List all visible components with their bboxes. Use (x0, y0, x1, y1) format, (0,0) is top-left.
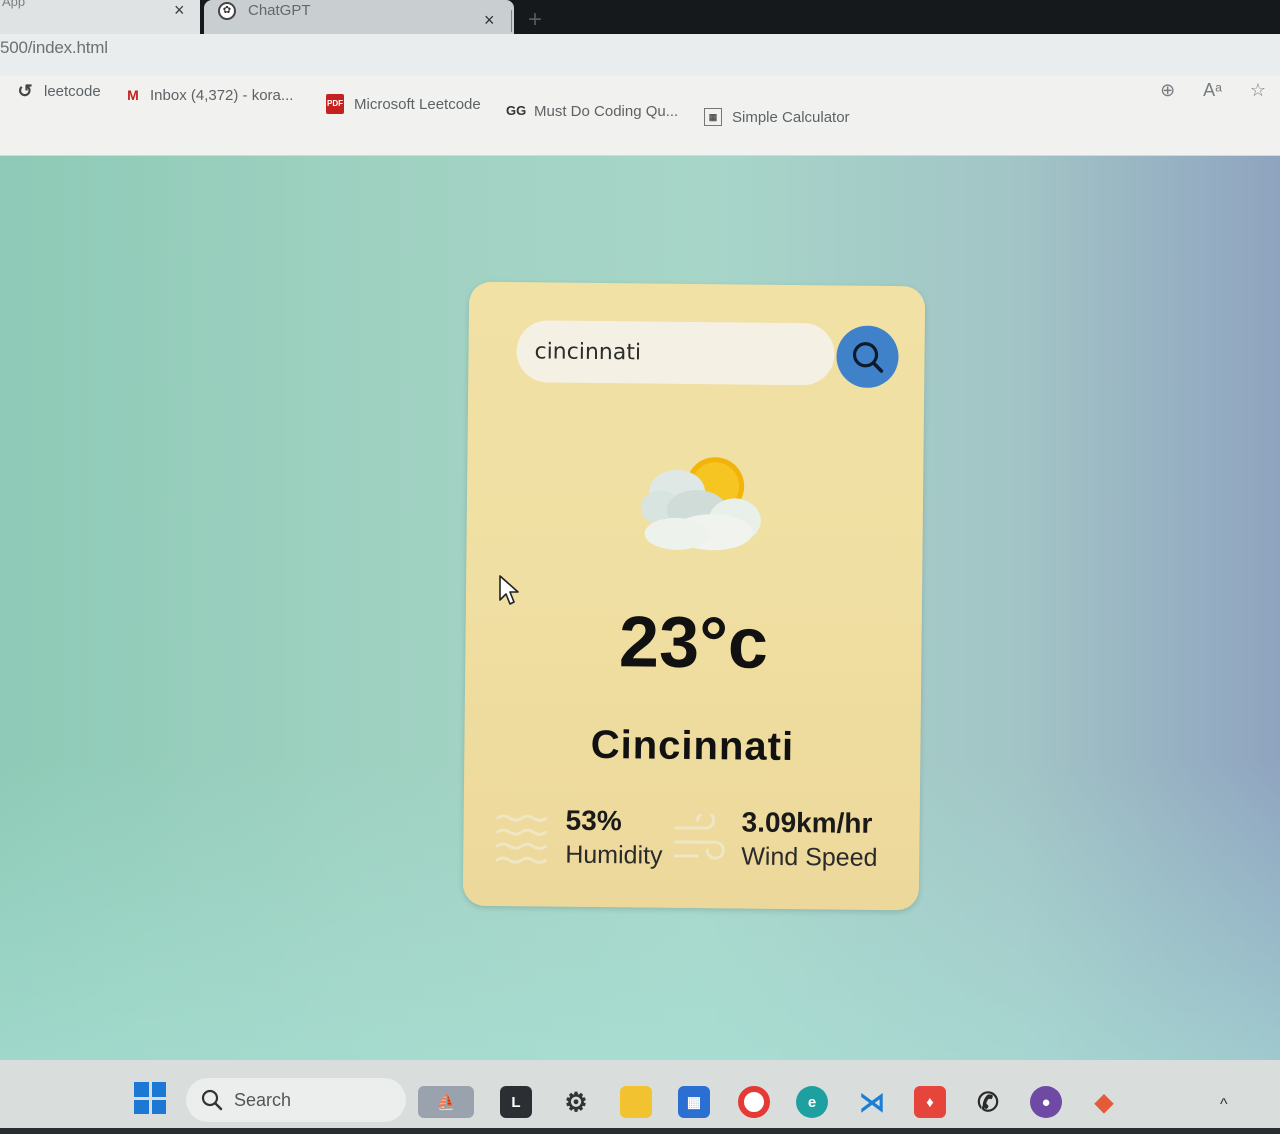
github-icon[interactable]: ● (1030, 1086, 1062, 1118)
git-icon[interactable]: ◆ (1088, 1086, 1120, 1118)
bookmark-inbox[interactable]: M Inbox (4,372) - kora... (124, 86, 293, 104)
gmail-icon: M (127, 87, 139, 103)
bookmark-simple-calculator[interactable]: ▦ Simple Calculator (704, 108, 850, 126)
humidity-detail: 53% Humidity (495, 800, 696, 882)
bookmark-label: Simple Calculator (732, 108, 850, 126)
humidity-label: Humidity (565, 840, 663, 870)
tab-chatgpt[interactable]: ✿ ChatGPT × (204, 0, 514, 34)
bookmark-must-do[interactable]: GG Must Do Coding Qu... (506, 102, 678, 120)
brave-icon[interactable]: ♦ (914, 1086, 946, 1118)
favorite-star-icon[interactable]: ☆ (1250, 80, 1266, 101)
close-icon[interactable]: × (484, 10, 495, 31)
taskbar-search-label: Search (234, 1090, 292, 1110)
search-button[interactable] (836, 325, 899, 389)
wind-icon (673, 813, 725, 860)
store-icon[interactable]: ▦ (678, 1086, 710, 1118)
bookmark-microsoft-leetcode[interactable]: PDF Microsoft Leetcode (326, 94, 481, 114)
windows-start-icon[interactable] (134, 1082, 166, 1114)
humidity-icon (495, 814, 548, 864)
new-tab-button[interactable]: + (528, 8, 542, 32)
mouse-cursor-icon (499, 575, 519, 605)
chrome-icon[interactable] (738, 1086, 770, 1118)
bookmark-label: Inbox (4,372) - kora... (150, 86, 294, 104)
calculator-icon: ▦ (704, 108, 722, 126)
close-icon[interactable]: × (174, 0, 185, 21)
weather-details: 53% Humidity 3.09km/hr Wind Speed (463, 800, 920, 895)
whatsapp-icon[interactable]: ✆ (972, 1086, 1004, 1118)
tab-app[interactable]: App × (0, 0, 200, 34)
file-explorer-icon[interactable]: L (500, 1086, 532, 1118)
city-search-input[interactable] (516, 320, 835, 386)
pdf-icon: PDF (326, 94, 344, 114)
edge-icon[interactable]: e (796, 1086, 828, 1118)
vscode-icon[interactable]: ⋊ (856, 1086, 888, 1118)
tray-chevron-icon[interactable]: ^ (1220, 1096, 1228, 1114)
bookmarks-bar: ↺ leetcode M Inbox (4,372) - kora... PDF… (0, 76, 1280, 156)
taskbar: Search ⛵ L ⚙ ▦ e ⋊ ♦ ✆ ● ◆ ^ (0, 1060, 1280, 1134)
wind-detail: 3.09km/hr Wind Speed (673, 802, 914, 885)
temperature: 23°c (618, 602, 769, 684)
taskbar-search[interactable]: Search (186, 1078, 406, 1122)
settings-icon[interactable]: ⚙ (560, 1086, 592, 1118)
bookmark-label: Must Do Coding Qu... (534, 102, 679, 120)
weather-card: 23°c Cincinnati 53% Humidity (462, 281, 926, 911)
wind-value: 3.09km/hr (741, 806, 873, 839)
partly-cloudy-icon (640, 457, 761, 551)
tab-strip: App × ✿ ChatGPT × + (0, 0, 1280, 34)
humidity-value: 53% (565, 804, 622, 837)
bookmark-label: leetcode (44, 82, 101, 100)
browser-tools: ⊕ Aᵃ ☆ (1160, 80, 1266, 101)
search-icon (201, 1089, 223, 1111)
tab-title: App (2, 0, 26, 9)
widgets-icon[interactable]: ⛵ (418, 1086, 474, 1118)
zoom-icon[interactable]: ⊕ (1160, 80, 1175, 101)
address-bar[interactable]: 500/index.html (0, 34, 1280, 76)
tab-separator (511, 10, 512, 32)
city-name: Cincinnati (590, 722, 795, 770)
wind-label: Wind Speed (741, 842, 878, 872)
search-icon (852, 342, 884, 373)
read-aloud-icon[interactable]: Aᵃ (1203, 80, 1222, 101)
folder-icon[interactable] (620, 1086, 652, 1118)
tab-title: ChatGPT (248, 2, 311, 19)
gfg-icon: GG (506, 103, 527, 118)
leetcode-icon: ↺ (17, 81, 33, 101)
url-text[interactable]: 500/index.html (0, 38, 108, 58)
bookmark-leetcode[interactable]: ↺ leetcode (16, 81, 101, 101)
chatgpt-icon: ✿ (218, 2, 236, 20)
bookmark-label: Microsoft Leetcode (354, 95, 481, 113)
